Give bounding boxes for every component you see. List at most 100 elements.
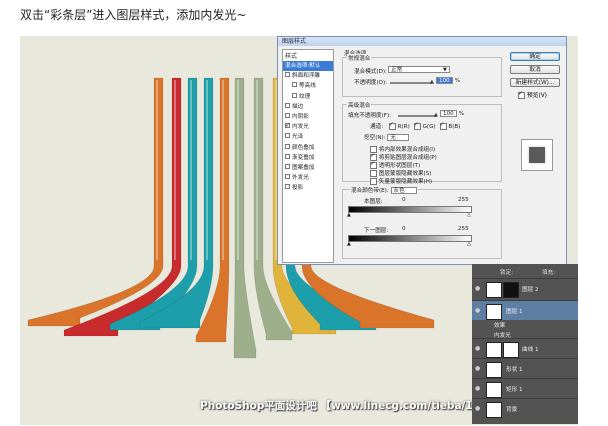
opacity-slider[interactable]: ▲ bbox=[390, 79, 434, 85]
fill-opacity-slider[interactable]: ▲ bbox=[398, 112, 438, 118]
eye-icon[interactable]: ● bbox=[475, 405, 480, 412]
style-checkbox[interactable] bbox=[285, 163, 290, 169]
style-checkbox[interactable] bbox=[285, 184, 290, 190]
style-item[interactable]: 等高线 bbox=[283, 81, 333, 91]
this-layer-gradient[interactable] bbox=[348, 206, 472, 213]
style-checkbox[interactable] bbox=[285, 72, 290, 78]
channel-checkbox[interactable]: ✓ G(G) bbox=[413, 121, 436, 130]
style-item[interactable]: 投影 bbox=[283, 183, 333, 193]
eye-icon[interactable]: ● bbox=[475, 285, 480, 292]
layer-row[interactable]: ● 图层 2 bbox=[472, 278, 578, 298]
style-item[interactable]: 渐变叠加 bbox=[283, 153, 333, 163]
fill-label: 填充: bbox=[542, 270, 556, 276]
preview-toggle[interactable]: ✓ 预览(V) bbox=[518, 90, 562, 99]
stripe-highlight bbox=[222, 80, 224, 260]
layer-row[interactable]: ● 背景 bbox=[472, 398, 578, 418]
stripe-highlight bbox=[190, 80, 192, 260]
stripe-highlight bbox=[206, 80, 208, 260]
blend-mode-select[interactable]: 正常 bbox=[388, 66, 450, 73]
channel-label: R(R) bbox=[397, 124, 410, 130]
cancel-button[interactable]: 取消 bbox=[510, 65, 560, 74]
style-item-label: 等高线 bbox=[299, 83, 316, 90]
style-item-label: 颜色叠加 bbox=[292, 144, 315, 151]
style-checkbox[interactable] bbox=[285, 133, 290, 139]
eye-icon[interactable]: ● bbox=[475, 307, 480, 314]
blend-if-select[interactable]: 灰色 bbox=[390, 187, 417, 194]
layer-name: 图层 2 bbox=[522, 287, 539, 293]
style-item[interactable]: 图案叠加 bbox=[283, 163, 333, 173]
layer-thumbnail bbox=[486, 282, 502, 298]
layer-name: 曲线 1 bbox=[522, 347, 539, 353]
advanced-check-item[interactable]: ✓ 将剪贴图层混合成组(P) bbox=[370, 152, 437, 161]
style-item[interactable]: 斜面和浮雕 bbox=[283, 71, 333, 81]
stripe-highlight bbox=[256, 80, 258, 260]
knockout-select[interactable]: 无 bbox=[387, 134, 410, 141]
blending-options-panel: 混合选项 常规混合 混合模式(D): 正常▼ 不透明度(O): ▲ 100 % … bbox=[340, 49, 505, 263]
style-item-label: 混合选项:默认 bbox=[285, 63, 321, 69]
style-item-label: 光泽 bbox=[292, 134, 304, 141]
style-item-label: 描边 bbox=[292, 103, 304, 110]
channel-label: B(B) bbox=[448, 124, 461, 130]
eye-icon[interactable]: ● bbox=[475, 385, 480, 392]
channel-label: G(G) bbox=[422, 124, 436, 130]
channel-checkbox[interactable]: ✓ B(B) bbox=[439, 121, 461, 130]
style-item-label: 图案叠加 bbox=[292, 164, 315, 171]
opacity-input[interactable]: 100 bbox=[436, 77, 453, 84]
fill-opacity-label: 填充不透明度(F): bbox=[348, 113, 392, 119]
layer-row[interactable]: ● 形状 1 bbox=[472, 358, 578, 378]
channels-row: 通道: ✓ R(R) ✓ G(G) ✓ B(B) bbox=[370, 121, 461, 130]
underlying-gradient[interactable] bbox=[348, 235, 472, 242]
layer-mask-thumbnail bbox=[503, 342, 519, 358]
stripe bbox=[27, 77, 164, 327]
layer-row[interactable]: ● 图层 1 bbox=[472, 300, 578, 320]
channel-checkbox[interactable]: ✓ R(R) bbox=[388, 121, 410, 130]
layer-thumbnail bbox=[486, 342, 502, 358]
advanced-check-item[interactable]: ✓ 透明形状图层(T) bbox=[370, 160, 420, 169]
style-item[interactable]: 光泽 bbox=[283, 132, 333, 142]
style-checkbox[interactable] bbox=[292, 92, 297, 98]
underlying-black-knob[interactable]: ▲ bbox=[347, 241, 351, 247]
styles-header: 样式 bbox=[285, 53, 298, 60]
style-item[interactable]: 内阴影 bbox=[283, 112, 333, 122]
this-layer-white-knob[interactable]: △ bbox=[467, 212, 471, 218]
layer-row[interactable]: ● 矩形 1 bbox=[472, 378, 578, 398]
advanced-check-item[interactable]: 将内部效果混合成组(I) bbox=[370, 145, 435, 153]
ok-button[interactable]: 确定 bbox=[510, 52, 560, 61]
opacity-label: 不透明度(O): bbox=[354, 80, 388, 86]
style-checkbox[interactable] bbox=[285, 112, 290, 118]
layer-row[interactable]: 效果 bbox=[472, 320, 578, 329]
preview-label: 预览(V) bbox=[526, 93, 547, 99]
fill-opacity-input[interactable]: 100 bbox=[440, 110, 457, 117]
layer-row[interactable]: ● 曲线 1 bbox=[472, 338, 578, 358]
advanced-check-item[interactable]: 矢量蒙版隐藏效果(H) bbox=[370, 177, 432, 185]
layer-name: 效果 bbox=[494, 323, 506, 329]
advanced-check-item[interactable]: 图层蒙版隐藏效果(S) bbox=[370, 169, 431, 177]
style-checkbox[interactable] bbox=[285, 122, 290, 131]
style-item[interactable]: 内发光 bbox=[283, 122, 333, 132]
style-item-label: 斜面和浮雕 bbox=[292, 73, 320, 80]
style-preview bbox=[521, 139, 553, 171]
style-checkbox[interactable] bbox=[285, 102, 290, 108]
style-checkbox[interactable] bbox=[285, 174, 290, 180]
style-checkbox[interactable] bbox=[285, 143, 290, 149]
style-item[interactable]: 混合选项:默认 bbox=[283, 61, 333, 72]
style-item[interactable]: 颜色叠加 bbox=[283, 143, 333, 153]
style-item[interactable]: 纹理 bbox=[283, 92, 333, 102]
style-checkbox[interactable] bbox=[292, 82, 297, 88]
stripe-highlight bbox=[174, 80, 176, 260]
style-checkbox[interactable] bbox=[285, 153, 290, 159]
lock-label: 锁定: bbox=[500, 270, 514, 276]
this-layer-max: 255 bbox=[458, 197, 469, 203]
style-item[interactable]: 外发光 bbox=[283, 173, 333, 183]
underlying-white-knob[interactable]: △ bbox=[467, 241, 471, 247]
new-style-button[interactable]: 新建样式(W)... bbox=[510, 78, 560, 87]
style-item[interactable]: 描边 bbox=[283, 102, 333, 112]
eye-icon[interactable]: ● bbox=[475, 365, 480, 372]
preview-checkbox[interactable]: ✓ bbox=[518, 90, 525, 99]
this-layer-black-knob[interactable]: ▲ bbox=[347, 212, 351, 218]
style-item-label: 纹理 bbox=[299, 93, 311, 100]
watermark-text: PhotoShop平面设计吧 【www.linecg.com/tieba/178… bbox=[200, 400, 506, 412]
dialog-title: 图层样式 bbox=[278, 37, 566, 46]
eye-icon[interactable]: ● bbox=[475, 345, 480, 352]
blend-mode-label: 混合模式(D): bbox=[354, 69, 387, 75]
